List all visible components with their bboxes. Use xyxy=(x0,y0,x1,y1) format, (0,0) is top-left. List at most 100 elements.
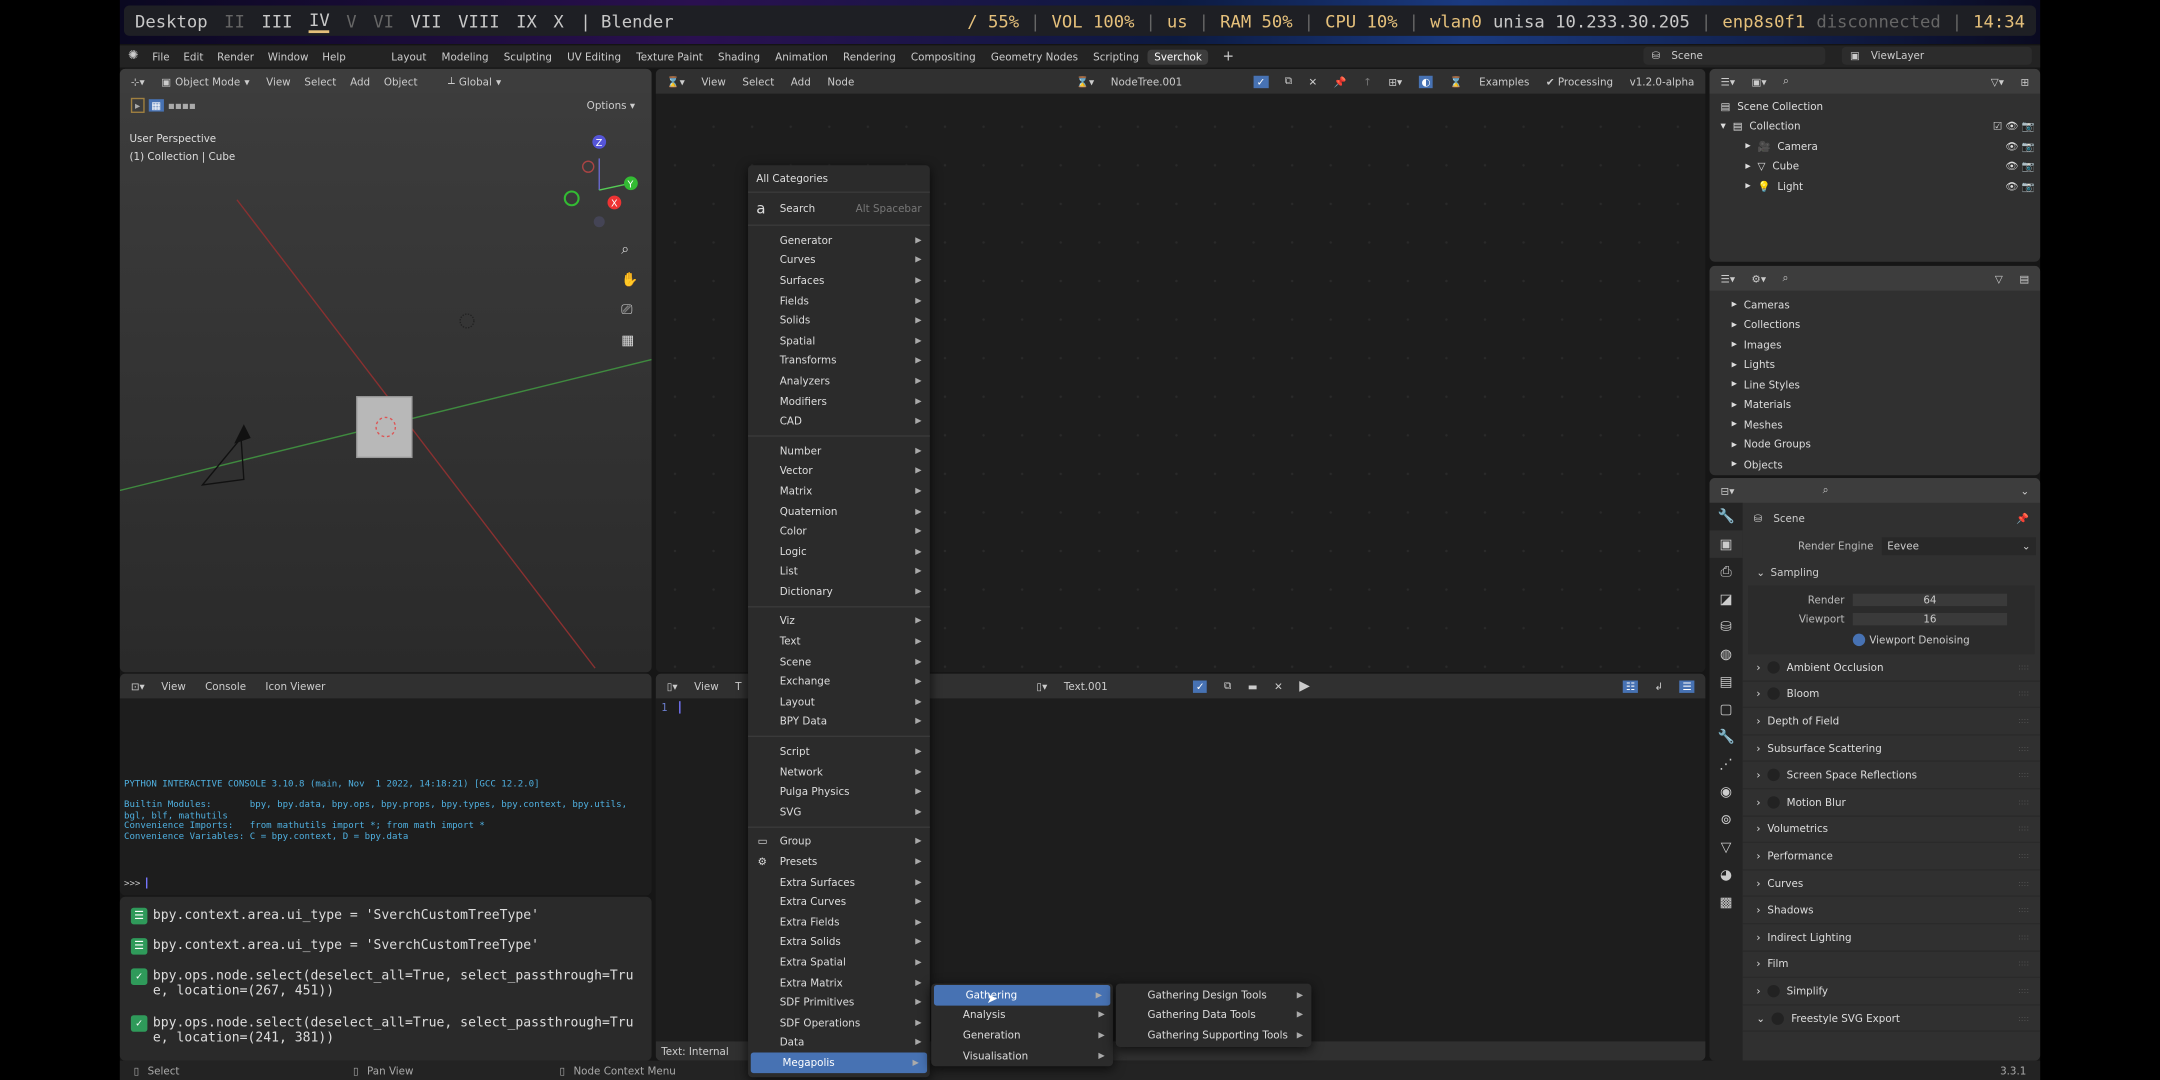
panel-toggle-checkbox[interactable] xyxy=(1771,1011,1785,1025)
wm-workspace-iv[interactable]: IV xyxy=(309,9,330,33)
parent-icon[interactable]: ↑ xyxy=(1363,75,1372,87)
panel-screen-space-reflections[interactable]: › Screen Space Reflections:::: xyxy=(1742,762,2041,790)
menu-item-generation[interactable]: Generation ▶ xyxy=(931,1025,1113,1045)
visibility-icons[interactable]: 👁 📷 xyxy=(2005,160,2034,172)
wm-workspace-ix[interactable]: IX xyxy=(516,10,537,31)
pan-hand-icon[interactable]: ✋ xyxy=(621,271,638,288)
info-log-row[interactable]: ✓ bpy.ops.node.select(deselect_all=True, … xyxy=(125,965,647,1010)
unlink-icon[interactable]: ✕ xyxy=(1274,680,1283,692)
menu-item-matrix[interactable]: Matrix ▶ xyxy=(748,481,930,501)
examples-menu[interactable]: Examples xyxy=(1479,75,1529,87)
menu-item-gathering[interactable]: Gathering ▶ xyxy=(933,984,1111,1006)
menu-file[interactable]: File xyxy=(152,50,169,62)
fake-user-shield-icon[interactable]: ✓ xyxy=(1253,75,1269,88)
menu-item-analysis[interactable]: Analysis ▶ xyxy=(931,1005,1113,1025)
menu-item-visualisation[interactable]: Visualisation ▶ xyxy=(931,1045,1113,1065)
tab-shading[interactable]: Shading xyxy=(711,49,767,64)
menu-item-pulga-physics[interactable]: Pulga Physics ▶ xyxy=(748,782,930,802)
unlink-icon[interactable]: ✕ xyxy=(1309,75,1318,87)
expand-arrow-icon[interactable]: ▶ xyxy=(1745,162,1750,170)
menu-item-text[interactable]: Text ▶ xyxy=(748,631,930,651)
camera-view-icon[interactable]: ⎚ xyxy=(621,302,632,318)
render-engine-dropdown[interactable]: Eevee ⌄ xyxy=(1881,536,2037,555)
panel-toggle-checkbox[interactable] xyxy=(1767,660,1780,674)
panel-volumetrics[interactable]: › Volumetrics:::: xyxy=(1742,816,2041,844)
world-tab-icon[interactable]: ◍ xyxy=(1710,641,1743,669)
menu-edit[interactable]: Edit xyxy=(183,50,203,62)
menu-window[interactable]: Window xyxy=(268,50,309,62)
output-tab-icon[interactable]: ⎙ xyxy=(1710,558,1743,586)
menu-item-color[interactable]: Color ▶ xyxy=(748,521,930,541)
panel-depth-of-field[interactable]: › Depth of Field:::: xyxy=(1742,708,2041,736)
wm-workspace-v[interactable]: V xyxy=(346,10,356,31)
tab-layout[interactable]: Layout xyxy=(384,49,433,64)
wm-workspace-x[interactable]: X xyxy=(553,10,563,31)
tab-rendering[interactable]: Rendering xyxy=(836,49,903,64)
viewport-samples-field[interactable]: 16 xyxy=(1852,612,2008,625)
menu-item-analyzers[interactable]: Analyzers ▶ xyxy=(748,371,930,391)
menu-item-gathering-design-tools[interactable]: Gathering Design Tools ▶ xyxy=(1116,985,1312,1005)
info-log[interactable]: ☰ bpy.context.area.ui_type = 'SverchCusto… xyxy=(119,896,652,1061)
panel-freestyle-svg-export[interactable]: ⌄ Freestyle SVG Export:::: xyxy=(1742,1005,2041,1033)
node-menu-add[interactable]: Add xyxy=(791,75,811,87)
particles-tab-icon[interactable]: ⋰ xyxy=(1710,751,1743,779)
text-menu[interactable]: T xyxy=(735,680,741,692)
outliner-row-camera[interactable]: ▶ 🎥 Camera 👁 📷 xyxy=(1721,136,2034,156)
scene-tab-icon[interactable]: ⛁ xyxy=(1710,613,1743,641)
menu-item-presets[interactable]: ⚙ Presets ▶ xyxy=(748,852,930,872)
menu-item-curves[interactable]: Curves ▶ xyxy=(748,250,930,270)
physics-tab-icon[interactable]: ◉ xyxy=(1710,778,1743,806)
texture-tab-icon[interactable]: ▩ xyxy=(1710,889,1743,917)
view-layer-tab-icon[interactable]: ◪ xyxy=(1710,585,1743,613)
constraints-tab-icon[interactable]: ⊚ xyxy=(1710,806,1743,834)
panel-motion-blur[interactable]: › Motion Blur:::: xyxy=(1742,789,2041,817)
wm-workspace-viii[interactable]: VIII xyxy=(458,10,499,31)
menu-item-gathering-data-tools[interactable]: Gathering Data Tools ▶ xyxy=(1116,1005,1312,1025)
light-object[interactable] xyxy=(459,313,475,329)
syntax-highlight-icon[interactable]: ☰ xyxy=(1679,679,1695,693)
menu-item-logic[interactable]: Logic ▶ xyxy=(748,541,930,561)
search-icon[interactable]: ⌕ xyxy=(1783,74,1789,88)
data-row-lights[interactable]: ▶ Lights xyxy=(1732,355,2035,375)
modifier-tab-icon[interactable]: 🔧 xyxy=(1710,723,1743,751)
visibility-icons[interactable]: 👁 📷 xyxy=(2005,140,2034,152)
menu-item-extra-curves[interactable]: Extra Curves ▶ xyxy=(748,892,930,912)
collection-row[interactable]: ▼ ▤ Collection ☑ 👁 📷 xyxy=(1721,116,2035,136)
cube-object[interactable] xyxy=(356,396,413,459)
menu-item-fields[interactable]: Fields ▶ xyxy=(748,290,930,310)
menu-render[interactable]: Render xyxy=(217,50,254,62)
info-log-row[interactable]: ☰ bpy.context.area.ui_type = 'SverchCusto… xyxy=(125,905,647,933)
menu-item-megapolis[interactable]: Megapolis ▶ xyxy=(750,1052,928,1073)
data-row-objects[interactable]: ▶ Objects xyxy=(1732,455,2035,475)
menu-item-extra-solids[interactable]: Extra Solids ▶ xyxy=(748,932,930,952)
view-filter-icon[interactable]: ▣▾ xyxy=(1752,75,1767,87)
viewport-denoising-checkbox[interactable]: Viewport Denoising xyxy=(1748,628,2035,650)
run-script-icon[interactable]: ▶ xyxy=(1299,678,1310,693)
scene-selector[interactable]: ⛁ Scene xyxy=(1643,46,1826,65)
python-console[interactable]: ⊡▾ View Console Icon Viewer PYTHON INTERACT… xyxy=(119,673,652,896)
menu-item-quaternion[interactable]: Quaternion ▶ xyxy=(748,501,930,521)
menu-item-group[interactable]: ▭ Group ▶ xyxy=(748,832,930,852)
expand-arrow-icon[interactable]: ▶ xyxy=(1732,401,1737,409)
tab-sverchok[interactable]: Sverchok xyxy=(1147,48,1209,65)
node-tree-name[interactable]: NodeTree.001 xyxy=(1111,75,1183,87)
drag-handle-icon[interactable]: :::: xyxy=(2018,770,2029,780)
drag-handle-icon[interactable]: :::: xyxy=(2018,878,2029,888)
node-menu-select[interactable]: Select xyxy=(742,75,774,87)
expand-arrow-icon[interactable]: ▶ xyxy=(1732,440,1737,448)
filter-icon[interactable]: ▽▾ xyxy=(1991,75,2004,87)
search-icon[interactable]: ⌕ xyxy=(1823,484,1829,498)
panel-curves[interactable]: › Curves:::: xyxy=(1742,870,2041,898)
menu-help[interactable]: Help xyxy=(322,50,346,62)
visibility-icons[interactable]: 👁 📷 xyxy=(2005,180,2034,192)
panel-indirect-lighting[interactable]: › Indirect Lighting:::: xyxy=(1742,924,2041,952)
menu-item-data[interactable]: Data ▶ xyxy=(748,1033,930,1053)
node-menu-view[interactable]: View xyxy=(701,75,726,87)
console-prompt[interactable]: >>> xyxy=(124,877,153,889)
file-mode-icon[interactable]: ⚙▾ xyxy=(1752,272,1766,284)
tab-modeling[interactable]: Modeling xyxy=(435,49,496,64)
collapse-icon[interactable]: ⌄ xyxy=(2020,484,2029,496)
menu-item-transforms[interactable]: Transforms ▶ xyxy=(748,351,930,371)
data-row-images[interactable]: ▶ Images xyxy=(1732,335,2035,355)
expand-arrow-icon[interactable]: ▶ xyxy=(1732,301,1737,309)
